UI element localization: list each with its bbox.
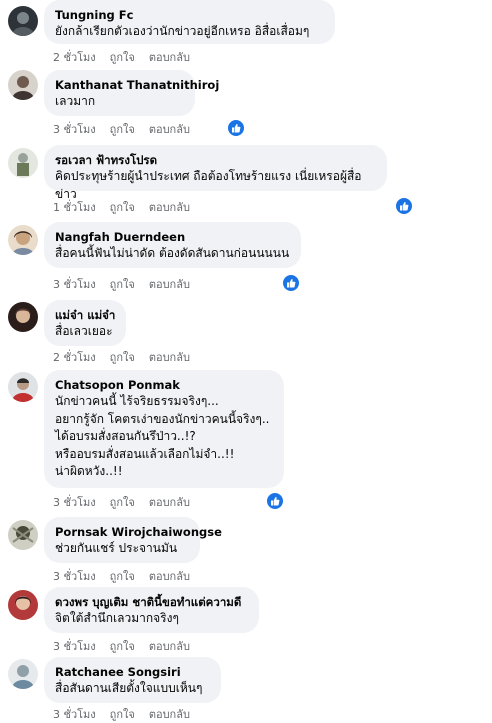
avatar[interactable] bbox=[8, 590, 38, 620]
comment-text: คิดประทุษร้ายผู้นำประเทศ ถือต้องโทษร้ายแ… bbox=[55, 169, 362, 201]
like-button[interactable]: ถูกใจ bbox=[110, 493, 135, 511]
comment-author[interactable]: Chatsopon Ponmak bbox=[55, 377, 273, 393]
comment-text: จิตใต้สำนึกเลวมากจริงๆ bbox=[55, 611, 179, 625]
comment-author[interactable]: Ratchanee Songsiri bbox=[55, 664, 210, 680]
like-button[interactable]: ถูกใจ bbox=[110, 198, 135, 216]
comment-text: สื่อเลวเยอะ bbox=[55, 324, 113, 338]
like-icon[interactable] bbox=[267, 493, 283, 509]
avatar[interactable] bbox=[8, 148, 38, 178]
comment-bubble: Pornsak Wirojchaiwongse ช่วยกันแชร์ ประจ… bbox=[44, 517, 222, 563]
comment-time[interactable]: 3 ชั่วโมง bbox=[53, 567, 96, 585]
comment-actions: 2 ชั่วโมง ถูกใจ ตอบกลับ bbox=[53, 349, 190, 365]
comment-actions: 3 ชั่วโมง ถูกใจ ตอบกลับ bbox=[53, 638, 190, 654]
reply-button[interactable]: ตอบกลับ bbox=[149, 198, 190, 216]
comment-time[interactable]: 2 ชั่วโมง bbox=[53, 348, 96, 366]
comment-bubble: Nangfah Duerndeen สื่อคนนี้ฟันไม่น่าดัด … bbox=[44, 222, 301, 268]
comment-author[interactable]: Kanthanat Thanatnithiroj bbox=[55, 77, 219, 93]
comment-author[interactable]: Tungning Fc bbox=[55, 7, 324, 23]
comment-actions: 2 ชั่วโมง ถูกใจ ตอบกลับ bbox=[53, 49, 190, 65]
like-button[interactable]: ถูกใจ bbox=[110, 348, 135, 366]
reply-button[interactable]: ตอบกลับ bbox=[149, 348, 190, 366]
avatar[interactable] bbox=[8, 302, 38, 332]
like-icon[interactable] bbox=[396, 198, 412, 214]
like-button[interactable]: ถูกใจ bbox=[110, 275, 135, 293]
like-button[interactable]: ถูกใจ bbox=[110, 637, 135, 655]
comment-text: เลวมาก bbox=[55, 94, 96, 108]
comment-time[interactable]: 3 ชั่วโมง bbox=[53, 493, 96, 511]
reply-button[interactable]: ตอบกลับ bbox=[149, 48, 190, 66]
comment-actions: 3 ชั่วโมง ถูกใจ ตอบกลับ bbox=[53, 706, 190, 722]
avatar[interactable] bbox=[8, 659, 38, 689]
comment-actions: 3 ชั่วโมง ถูกใจ ตอบกลับ bbox=[53, 121, 190, 137]
like-button[interactable]: ถูกใจ bbox=[110, 120, 135, 138]
comment-bubble: Kanthanat Thanatnithiroj เลวมาก bbox=[44, 70, 219, 116]
comment-actions: 3 ชั่วโมง ถูกใจ ตอบกลับ bbox=[53, 568, 190, 584]
avatar[interactable] bbox=[8, 6, 38, 36]
comment-author[interactable]: Nangfah Duerndeen bbox=[55, 229, 290, 245]
reply-button[interactable]: ตอบกลับ bbox=[149, 637, 190, 655]
comment-bubble: Chatsopon Ponmak นักข่าวคนนี้ ไร้จริยธรร… bbox=[44, 370, 284, 488]
comment-author[interactable]: แม่จ๋า แม่จ๋า bbox=[55, 307, 115, 323]
comment-time[interactable]: 3 ชั่วโมง bbox=[53, 275, 96, 293]
reply-button[interactable]: ตอบกลับ bbox=[149, 567, 190, 585]
like-icon[interactable] bbox=[228, 120, 244, 136]
comment-time[interactable]: 1 ชั่วโมง bbox=[53, 198, 96, 216]
comment-bubble: Ratchanee Songsiri สื่อสันดานเสียตั้งใจแ… bbox=[44, 657, 221, 703]
comment-bubble: รอเวลา ฟ้าทรงโปรด คิดประทุษร้ายผู้นำประเ… bbox=[44, 145, 387, 201]
comment-time[interactable]: 2 ชั่วโมง bbox=[53, 48, 96, 66]
comment-actions: 3 ชั่วโมง ถูกใจ ตอบกลับ bbox=[53, 494, 190, 510]
avatar[interactable] bbox=[8, 225, 38, 255]
reply-button[interactable]: ตอบกลับ bbox=[149, 275, 190, 293]
reply-button[interactable]: ตอบกลับ bbox=[149, 705, 190, 723]
comment-author[interactable]: Pornsak Wirojchaiwongse bbox=[55, 524, 222, 540]
like-icon[interactable] bbox=[283, 275, 299, 291]
comment-actions: 1 ชั่วโมง ถูกใจ ตอบกลับ bbox=[53, 199, 190, 215]
reply-button[interactable]: ตอบกลับ bbox=[149, 493, 190, 511]
comment-bubble: แม่จ๋า แม่จ๋า สื่อเลวเยอะ bbox=[44, 300, 126, 346]
comment-text: สื่อคนนี้ฟันไม่น่าดัด ต้องดัดสันดานก่อนน… bbox=[55, 246, 290, 260]
reply-button[interactable]: ตอบกลับ bbox=[149, 120, 190, 138]
comment-time[interactable]: 3 ชั่วโมง bbox=[53, 637, 96, 655]
comment-text: ช่วยกันแชร์ ประจานมัน bbox=[55, 541, 178, 555]
like-button[interactable]: ถูกใจ bbox=[110, 705, 135, 723]
comment-author[interactable]: รอเวลา ฟ้าทรงโปรด bbox=[55, 152, 376, 168]
comment-bubble: Tungning Fc ยังกล้าเรียกตัวเองว่านักข่าว… bbox=[44, 0, 335, 44]
comment-actions: 3 ชั่วโมง ถูกใจ ตอบกลับ bbox=[53, 276, 190, 292]
avatar[interactable] bbox=[8, 70, 38, 100]
comment-text: สื่อสันดานเสียตั้งใจแบบเห็นๆ bbox=[55, 681, 203, 695]
comment-time[interactable]: 3 ชั่วโมง bbox=[53, 705, 96, 723]
comment-author[interactable]: ดวงพร บุญเติม ชาตินี้ขอทำแต่ความดี bbox=[55, 594, 248, 610]
avatar[interactable] bbox=[8, 520, 38, 550]
comment-time[interactable]: 3 ชั่วโมง bbox=[53, 120, 96, 138]
comment-text: ยังกล้าเรียกตัวเองว่านักข่าวอยู่อีกเหรอ … bbox=[55, 24, 310, 38]
avatar[interactable] bbox=[8, 372, 38, 402]
like-button[interactable]: ถูกใจ bbox=[110, 48, 135, 66]
comment-bubble: ดวงพร บุญเติม ชาตินี้ขอทำแต่ความดี จิตใต… bbox=[44, 587, 259, 633]
comment-text: นักข่าวคนนี้ ไร้จริยธรรมจริงๆ... อยากรู้… bbox=[55, 394, 270, 478]
like-button[interactable]: ถูกใจ bbox=[110, 567, 135, 585]
